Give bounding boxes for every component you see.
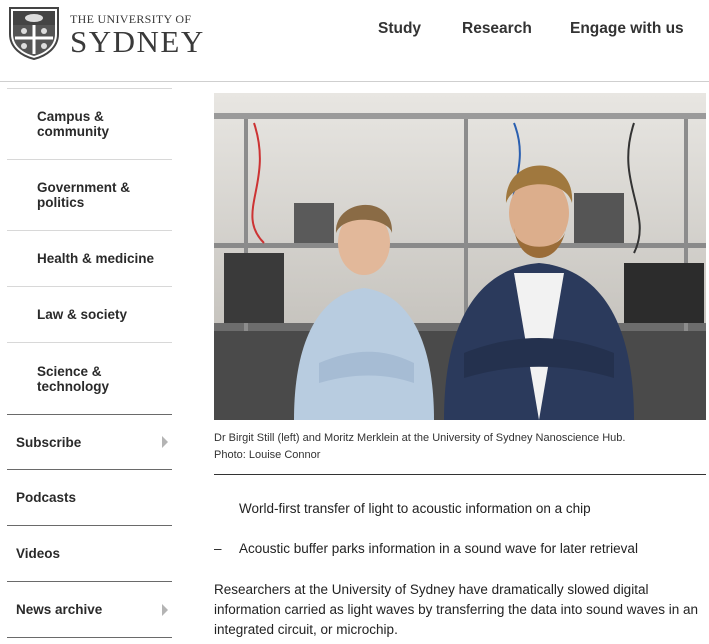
nav-study[interactable]: Study xyxy=(378,20,421,38)
divider xyxy=(214,474,706,475)
sidebar-item-law-society[interactable]: Law & society xyxy=(7,287,172,343)
sidebar-item-label: Podcasts xyxy=(16,490,77,505)
sidebar-podcasts[interactable]: Podcasts xyxy=(7,470,172,526)
article: Dr Birgit Still (left) and Moritz Merkle… xyxy=(214,93,706,640)
caption-text: Dr Birgit Still (left) and Moritz Merkle… xyxy=(214,432,626,444)
sidebar-item-campus-community[interactable]: Campus & community xyxy=(7,89,172,160)
sidebar-item-label: Campus & community xyxy=(37,109,110,139)
wordmark-line2: SYDNEY xyxy=(70,24,205,59)
sidebar: Campus & community Government & politics… xyxy=(7,88,172,638)
article-body: Researchers at the University of Sydney … xyxy=(214,582,699,637)
photo-caption: Dr Birgit Still (left) and Moritz Merkle… xyxy=(214,430,706,464)
sidebar-item-science-technology[interactable]: Science & technology xyxy=(7,343,172,414)
caption-credit: Photo: Louise Connor xyxy=(214,449,321,461)
list-item-text: World-first transfer of light to acousti… xyxy=(239,501,591,516)
crest-icon xyxy=(9,7,59,60)
nav-engage[interactable]: Engage with us xyxy=(570,20,684,38)
wordmark: THE UNIVERSITY OF SYDNEY xyxy=(70,7,205,57)
sidebar-item-health-medicine[interactable]: Health & medicine xyxy=(7,231,172,287)
sidebar-subscribe[interactable]: Subscribe xyxy=(7,414,172,470)
sidebar-item-government-politics[interactable]: Government & politics xyxy=(7,160,172,231)
summary-list: World-first transfer of light to acousti… xyxy=(214,500,706,558)
university-logo[interactable]: THE UNIVERSITY OF SYDNEY xyxy=(6,4,205,60)
sidebar-news-archive[interactable]: News archive xyxy=(7,582,172,638)
sidebar-item-label: Law & society xyxy=(37,307,128,322)
sidebar-item-label: Videos xyxy=(16,546,61,561)
sidebar-item-label: Health & medicine xyxy=(37,251,155,266)
list-item: World-first transfer of light to acousti… xyxy=(214,500,706,518)
sidebar-item-label: News archive xyxy=(16,602,103,617)
article-photo xyxy=(214,93,706,420)
sidebar-item-label: Science & technology xyxy=(37,363,110,394)
site-header: THE UNIVERSITY OF SYDNEY Study Research … xyxy=(0,0,709,82)
expand-arrow-icon[interactable] xyxy=(162,436,168,448)
expand-arrow-icon[interactable] xyxy=(162,603,168,616)
list-marker: – xyxy=(214,541,222,556)
list-item-text: Acoustic buffer parks information in a s… xyxy=(239,541,638,556)
sidebar-item-label: Subscribe xyxy=(16,434,82,450)
list-item: – Acoustic buffer parks information in a… xyxy=(214,540,706,558)
sidebar-item-label: Government & politics xyxy=(37,180,131,210)
nav-research[interactable]: Research xyxy=(462,20,532,38)
list-marker xyxy=(214,500,239,518)
sidebar-videos[interactable]: Videos xyxy=(7,526,172,582)
